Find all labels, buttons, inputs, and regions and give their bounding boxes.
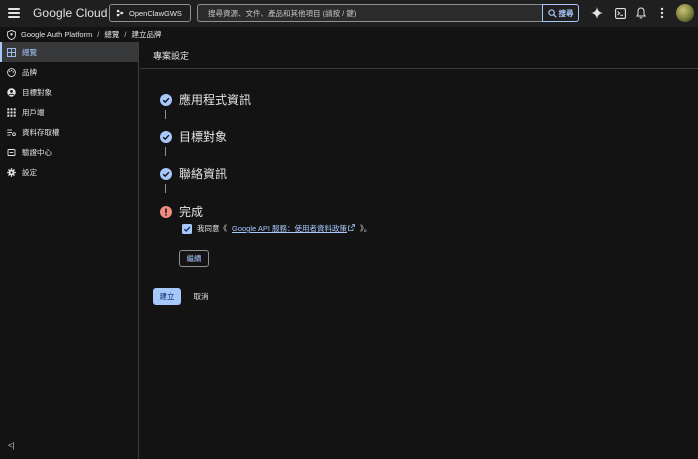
create-button[interactable]: 建立 [153, 288, 181, 305]
sidebar-item-label: 設定 [22, 167, 37, 177]
breadcrumb-separator: / [97, 30, 100, 39]
step-title: 完成 [179, 205, 204, 219]
sidebar-item-settings[interactable]: 設定 [0, 162, 138, 182]
consent-suffix: 》。 [360, 224, 372, 233]
gear-icon [7, 167, 16, 177]
step-app-info[interactable]: 應用程式資訊 [160, 91, 251, 108]
top-bar: Google Cloud OpenClawGWS 搜尋 [0, 0, 698, 27]
breadcrumb-page: 建立品牌 [131, 30, 162, 39]
step-connector [165, 184, 166, 193]
step-finish[interactable]: 完成 [160, 203, 203, 220]
palette-icon [7, 67, 16, 77]
collapse-sidebar-button[interactable]: <| [8, 441, 15, 450]
breadcrumb-separator: / [124, 30, 127, 39]
check-circle-icon [160, 130, 172, 143]
create-button-label: 建立 [159, 292, 175, 301]
project-picker-button[interactable]: OpenClawGWS [109, 4, 191, 22]
user-data-policy-link-text: Google API 服務：使用者資料政策 [232, 224, 348, 233]
grid-apps-icon [7, 107, 16, 117]
dashboard-icon [7, 47, 16, 57]
step-connector [165, 147, 166, 156]
policy-consent-row: 我同意《 Google API 服務：使用者資料政策 》。 [182, 223, 371, 234]
search-icon [547, 8, 557, 18]
breadcrumb: Google Auth Platform / 總覽 / 建立品牌 [0, 27, 698, 42]
cancel-button[interactable]: 取消 [188, 288, 214, 305]
cancel-button-label: 取消 [193, 292, 209, 301]
shield-icon [7, 29, 16, 40]
main-content: 專案設定 應用程式資訊 目標對象 聯絡資訊 完成 我同意《 Google API … [140, 42, 698, 459]
step-title: 應用程式資訊 [179, 93, 252, 107]
check-circle-icon [160, 167, 172, 180]
sidebar-item-branding[interactable]: 品牌 [0, 62, 138, 82]
search-input[interactable] [208, 8, 542, 18]
sidebar-item-label: 總覽 [22, 47, 37, 57]
checkmark-icon [183, 226, 191, 232]
account-avatar[interactable] [676, 4, 694, 22]
sidebar-item-clients[interactable]: 用戶端 [0, 102, 138, 122]
step-audience[interactable]: 目標對象 [160, 128, 227, 145]
step-title: 目標對象 [179, 130, 228, 144]
sidebar-item-overview[interactable]: 總覽 [0, 42, 138, 62]
project-name: OpenClawGWS [129, 8, 182, 18]
data-access-icon [7, 129, 16, 136]
page-title: 專案設定 [153, 50, 190, 61]
search-box[interactable] [197, 4, 542, 22]
check-circle-icon [160, 93, 172, 106]
sidebar-item-label: 用戶端 [22, 107, 45, 117]
search-button-label: 搜尋 [558, 8, 574, 18]
sidebar-item-label: 驗證中心 [22, 147, 52, 157]
consent-prefix: 我同意《 [197, 224, 227, 233]
breadcrumb-section[interactable]: 總覽 [104, 29, 119, 40]
breadcrumb-product[interactable]: Google Auth Platform [21, 30, 92, 39]
sidebar-item-label: 資料存取權 [22, 127, 60, 137]
step-title: 聯絡資訊 [179, 167, 228, 181]
step-connector [165, 110, 166, 119]
verification-icon [7, 148, 16, 156]
error-circle-icon [160, 205, 172, 218]
policy-consent-checkbox[interactable] [182, 223, 192, 234]
continue-button[interactable]: 繼續 [179, 250, 209, 267]
sidebar-item-data-access[interactable]: 資料存取權 [0, 122, 138, 142]
google-cloud-logo[interactable]: Google Cloud [33, 6, 108, 20]
notifications-bell-icon[interactable] [634, 6, 648, 20]
main-menu-icon[interactable] [8, 8, 20, 18]
sidebar-item-label: 品牌 [22, 67, 37, 77]
user-data-policy-link[interactable]: Google API 服務：使用者資料政策 [232, 223, 355, 234]
open-in-new-icon [348, 224, 355, 231]
search-button[interactable]: 搜尋 [542, 4, 579, 22]
more-vert-icon[interactable] [655, 6, 669, 20]
sidebar: 總覽 品牌 目標對象 用戶端 資料存取權 驗證中心 設定 <| [0, 42, 139, 459]
gemini-sparkle-icon[interactable] [590, 6, 604, 20]
step-contact-info[interactable]: 聯絡資訊 [160, 165, 227, 182]
sidebar-item-audience[interactable]: 目標對象 [0, 82, 138, 102]
project-tree-icon [116, 9, 124, 17]
page-header: 專案設定 [140, 42, 698, 69]
account-circle-icon [7, 87, 16, 97]
sidebar-item-verification-center[interactable]: 驗證中心 [0, 142, 138, 162]
cloud-shell-terminal-icon[interactable] [613, 6, 627, 20]
continue-button-label: 繼續 [186, 254, 202, 263]
sidebar-item-label: 目標對象 [22, 87, 52, 97]
